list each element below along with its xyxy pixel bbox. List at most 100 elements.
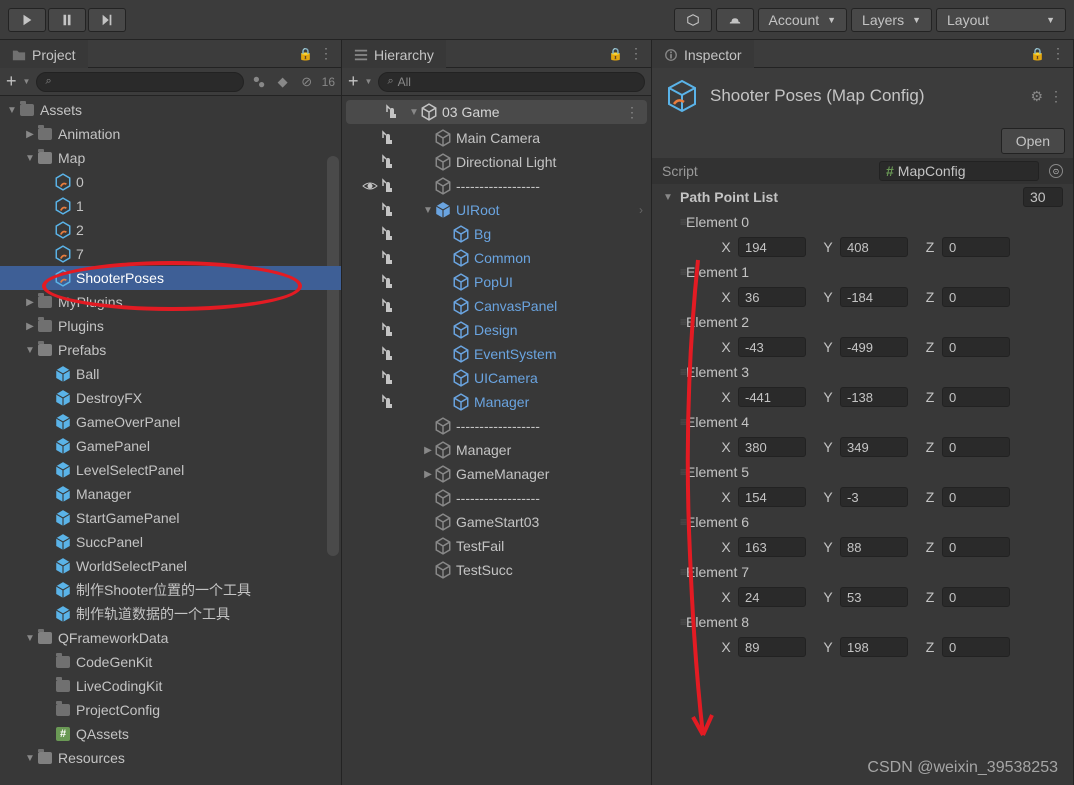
drag-handle-icon[interactable]: ≡ — [680, 615, 687, 629]
hierarchy-tree[interactable]: 03 Game⋮Main CameraDirectional Light----… — [342, 96, 651, 785]
drag-handle-icon[interactable]: ≡ — [680, 365, 687, 379]
lock-icon[interactable]: 🔒 — [1030, 47, 1045, 61]
layout-dropdown[interactable]: Layout▼ — [936, 8, 1066, 32]
panel-menu-icon[interactable]: ⋮ — [319, 45, 333, 62]
tree-row-gamepanel[interactable]: GamePanel — [0, 434, 341, 458]
scene-menu-icon[interactable]: ⋮ — [625, 104, 647, 121]
pause-button[interactable] — [48, 8, 86, 32]
eye-icon[interactable] — [362, 178, 378, 194]
x-field[interactable] — [738, 387, 806, 407]
fold-icon[interactable] — [24, 321, 36, 332]
y-field[interactable] — [840, 537, 908, 557]
y-field[interactable] — [840, 387, 908, 407]
tree-row-levelselectpanel[interactable]: LevelSelectPanel — [0, 458, 341, 482]
y-field[interactable] — [840, 487, 908, 507]
list-count-field[interactable]: 30 — [1023, 187, 1063, 207]
fold-icon[interactable] — [662, 192, 674, 203]
hierarchy-tab[interactable]: Hierarchy — [342, 40, 446, 68]
tree-row-plugins[interactable]: Plugins — [0, 314, 341, 338]
fold-icon[interactable] — [24, 633, 36, 644]
drag-handle-icon[interactable]: ≡ — [680, 215, 687, 229]
hierarchy-row[interactable]: ------------------ — [342, 174, 651, 198]
settings-icon[interactable]: ⚙ — [1030, 88, 1043, 105]
y-field[interactable] — [840, 337, 908, 357]
picker-icon[interactable] — [380, 154, 396, 170]
tree-row-projectconfig[interactable]: ProjectConfig — [0, 698, 341, 722]
hierarchy-row[interactable]: TestSucc — [342, 558, 651, 582]
play-button[interactable] — [8, 8, 46, 32]
hierarchy-row[interactable]: Common — [342, 246, 651, 270]
hierarchy-row[interactable]: Bg — [342, 222, 651, 246]
tree-row-qassets[interactable]: #QAssets — [0, 722, 341, 746]
tree-row-worldselectpanel[interactable]: WorldSelectPanel — [0, 554, 341, 578]
hierarchy-row[interactable]: Directional Light — [342, 150, 651, 174]
tag-icon[interactable]: ◆ — [274, 73, 292, 91]
hierarchy-row[interactable]: ------------------ — [342, 414, 651, 438]
y-field[interactable] — [840, 437, 908, 457]
hierarchy-row[interactable]: TestFail — [342, 534, 651, 558]
inspector-tab[interactable]: Inspector — [652, 40, 754, 68]
hierarchy-row[interactable]: ------------------ — [342, 486, 651, 510]
tree-row-startgamepanel[interactable]: StartGamePanel — [0, 506, 341, 530]
tree-row-qframeworkdata[interactable]: QFrameworkData — [0, 626, 341, 650]
hierarchy-row[interactable]: UICamera — [342, 366, 651, 390]
hierarchy-row[interactable]: Main Camera — [342, 126, 651, 150]
scene-row[interactable]: 03 Game⋮ — [346, 100, 647, 124]
tree-row-animation[interactable]: Animation — [0, 122, 341, 146]
picker-icon[interactable] — [380, 322, 396, 338]
chevron-right-icon[interactable]: › — [639, 203, 651, 217]
tree-row-map[interactable]: Map — [0, 146, 341, 170]
y-field[interactable] — [840, 287, 908, 307]
project-search[interactable]: ⌕ — [36, 72, 243, 92]
fold-icon[interactable] — [6, 105, 18, 116]
hierarchy-row[interactable]: CanvasPanel — [342, 294, 651, 318]
tree-row-gameoverpanel[interactable]: GameOverPanel — [0, 410, 341, 434]
tree-row-codegenkit[interactable]: CodeGenKit — [0, 650, 341, 674]
hierarchy-row[interactable]: EventSystem — [342, 342, 651, 366]
fold-icon[interactable] — [408, 107, 420, 118]
z-field[interactable] — [942, 487, 1010, 507]
picker-icon[interactable] — [380, 274, 396, 290]
panel-menu-icon[interactable]: ⋮ — [1051, 45, 1065, 62]
picker-icon[interactable] — [380, 202, 396, 218]
fold-icon[interactable] — [422, 469, 434, 480]
tree-row-assets[interactable]: Assets — [0, 98, 341, 122]
tree-row-0[interactable]: 0 — [0, 170, 341, 194]
project-tab[interactable]: Project — [0, 40, 88, 68]
picker-icon[interactable] — [380, 370, 396, 386]
drag-handle-icon[interactable]: ≡ — [680, 465, 687, 479]
account-dropdown[interactable]: Account▼ — [758, 8, 848, 32]
picker-icon[interactable] — [380, 298, 396, 314]
hierarchy-row[interactable]: GameManager — [342, 462, 651, 486]
fold-icon[interactable] — [24, 345, 36, 356]
tree-row-1[interactable]: 1 — [0, 194, 341, 218]
fold-icon[interactable] — [422, 205, 434, 216]
z-field[interactable] — [942, 637, 1010, 657]
x-field[interactable] — [738, 237, 806, 257]
script-field[interactable]: #MapConfig — [879, 161, 1039, 181]
hierarchy-row[interactable]: Manager — [342, 438, 651, 462]
z-field[interactable] — [942, 537, 1010, 557]
drag-handle-icon[interactable]: ≡ — [680, 265, 687, 279]
x-field[interactable] — [738, 287, 806, 307]
picker-icon[interactable] — [380, 250, 396, 266]
project-tree[interactable]: AssetsAnimationMap0127ShooterPosesMyPlug… — [0, 96, 341, 785]
x-field[interactable] — [738, 587, 806, 607]
x-field[interactable] — [738, 487, 806, 507]
drag-handle-icon[interactable]: ≡ — [680, 515, 687, 529]
add-button[interactable]: + — [348, 71, 359, 92]
y-field[interactable] — [840, 587, 908, 607]
x-field[interactable] — [738, 337, 806, 357]
tree-row-myplugins[interactable]: MyPlugins — [0, 290, 341, 314]
menu-icon[interactable]: ⋮ — [1049, 88, 1063, 105]
tree-row-7[interactable]: 7 — [0, 242, 341, 266]
lock-icon[interactable]: 🔒 — [608, 47, 623, 61]
object-picker-icon[interactable]: ⊙ — [1049, 164, 1063, 178]
hidden-icon[interactable]: ⊘ — [298, 73, 316, 91]
picker-icon[interactable] — [380, 394, 396, 410]
open-button[interactable]: Open — [1001, 128, 1065, 154]
cloud-button[interactable] — [674, 8, 712, 32]
picker-icon[interactable] — [380, 346, 396, 362]
tree-row-manager[interactable]: Manager — [0, 482, 341, 506]
tree-row-ball[interactable]: Ball — [0, 362, 341, 386]
